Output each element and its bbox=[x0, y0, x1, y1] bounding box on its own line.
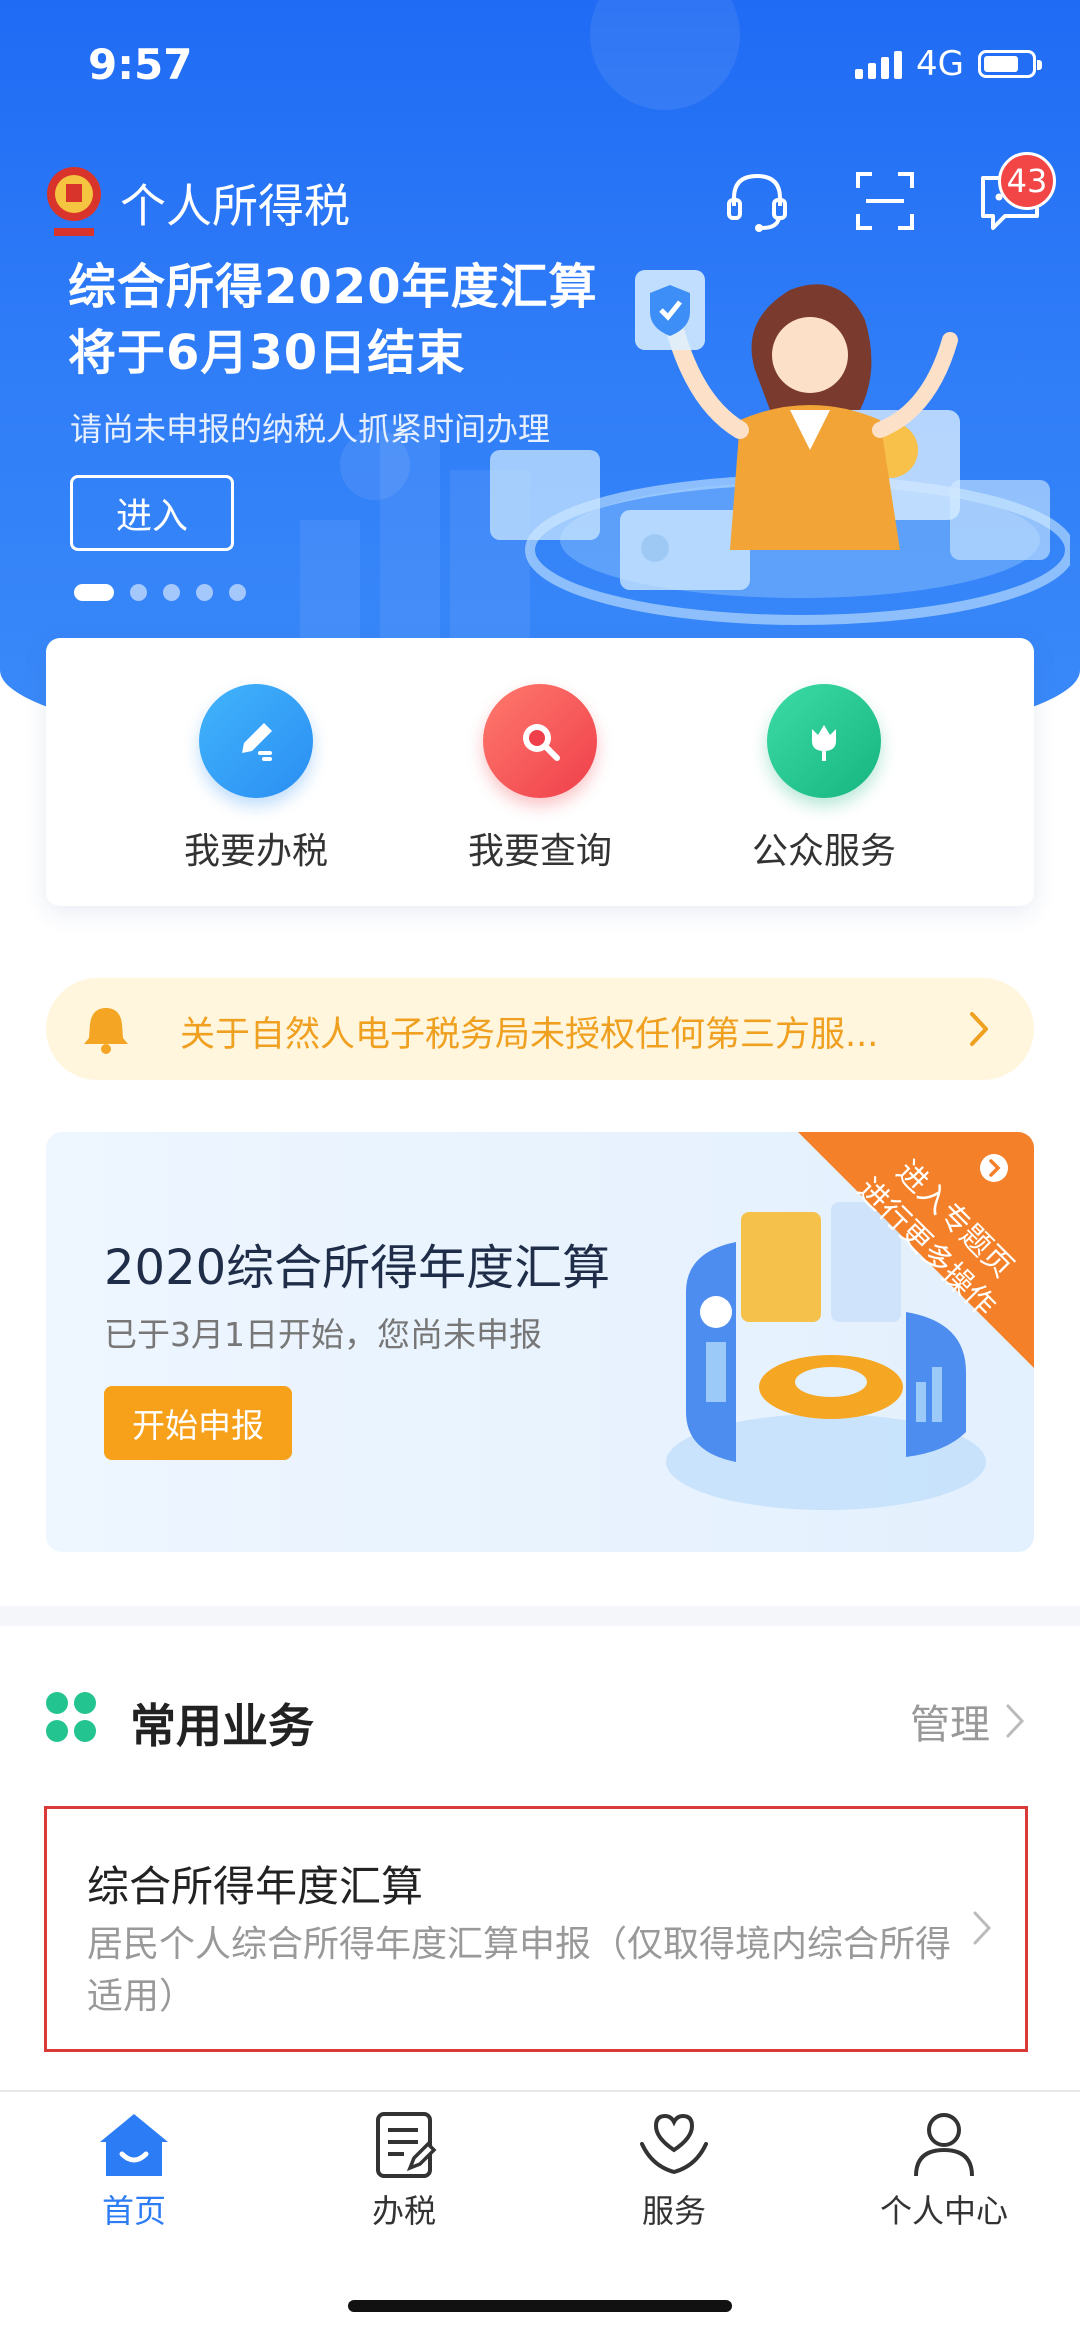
quick-actions-card: 我要办税 我要查询 公众服务 bbox=[46, 638, 1034, 906]
common-business-title: 常用业务 bbox=[130, 1699, 314, 1753]
quick-action-file-tax[interactable]: 我要办税 bbox=[136, 684, 376, 874]
home-indicator bbox=[348, 2300, 732, 2312]
banner-title-line1: 综合所得2020年度汇算 bbox=[68, 259, 598, 315]
carousel-dot[interactable] bbox=[163, 584, 180, 601]
app-title: 个人所得税 bbox=[120, 179, 350, 233]
promo-subtitle: 已于3月1日开始，您尚未申报 bbox=[104, 1315, 542, 1354]
notice-bar[interactable]: 关于自然人电子税务局未授权任何第三方服... bbox=[46, 978, 1034, 1080]
carousel-dot[interactable] bbox=[229, 584, 246, 601]
tab-personal-center[interactable]: 个人中心 bbox=[844, 2110, 1044, 2232]
person-icon bbox=[914, 2113, 974, 2177]
home-icon bbox=[100, 2114, 168, 2176]
decor-bubble bbox=[590, 0, 740, 110]
scan-icon[interactable] bbox=[850, 166, 920, 236]
apps-grid-icon bbox=[46, 1692, 96, 1742]
tab-label: 办税 bbox=[371, 2192, 436, 2230]
banner-title: 综合所得2020年度汇算 将于6月30日结束 bbox=[68, 254, 628, 386]
edit-icon bbox=[199, 684, 313, 798]
quick-action-label: 公众服务 bbox=[751, 831, 896, 872]
document-icon bbox=[376, 2112, 437, 2178]
tab-home[interactable]: 首页 bbox=[34, 2110, 234, 2232]
tab-label: 服务 bbox=[641, 2192, 706, 2230]
message-count-badge: 43 bbox=[998, 152, 1056, 210]
quick-action-label: 我要办税 bbox=[183, 831, 328, 872]
network-type: 4G bbox=[916, 44, 964, 84]
business-item-title: 综合所得年度汇算 bbox=[87, 1862, 424, 1911]
business-item-description: 居民个人综合所得年度汇算申报（仅取得境内综合所得适用） bbox=[87, 1924, 952, 2017]
carousel-dot[interactable] bbox=[130, 584, 147, 601]
manage-label: 管理 bbox=[910, 1702, 990, 1748]
tax-bureau-emblem-icon bbox=[47, 167, 101, 236]
banner-title-line2: 将于6月30日结束 bbox=[68, 325, 466, 381]
magnifier-icon bbox=[483, 684, 597, 798]
promo-title: 2020综合所得年度汇算 bbox=[104, 1240, 611, 1296]
carousel-indicator[interactable] bbox=[74, 584, 246, 601]
status-time: 9:57 bbox=[88, 40, 193, 89]
battery-icon bbox=[978, 50, 1042, 78]
business-item[interactable]: 综合所得年度汇算 居民个人综合所得年度汇算申报（仅取得境内综合所得适用） bbox=[44, 1806, 1028, 2052]
quick-action-label: 我要查询 bbox=[467, 831, 612, 872]
carousel-dot[interactable] bbox=[74, 584, 114, 601]
tab-service[interactable]: 服务 bbox=[574, 2110, 774, 2232]
customer-service-icon[interactable] bbox=[722, 166, 792, 236]
tulip-icon bbox=[767, 684, 881, 798]
topic-page-ribbon[interactable]: 进入专题页 进行更多操作 bbox=[798, 1132, 1034, 1368]
start-filing-button[interactable]: 开始申报 bbox=[104, 1386, 292, 1460]
arrow-circle-icon bbox=[980, 1154, 1008, 1182]
banner-subtitle: 请尚未申报的纳税人抓紧时间办理 bbox=[70, 410, 551, 448]
status-indicators: 4G bbox=[855, 44, 1042, 84]
notice-text: 关于自然人电子税务局未授权任何第三方服... bbox=[180, 1015, 879, 1055]
tab-label: 首页 bbox=[101, 2192, 166, 2230]
chevron-right-icon bbox=[973, 1911, 992, 1945]
section-divider bbox=[0, 1606, 1080, 1626]
heart-hand-icon bbox=[640, 2113, 708, 2175]
quick-action-query[interactable]: 我要查询 bbox=[420, 684, 660, 874]
tab-tax[interactable]: 办税 bbox=[304, 2110, 504, 2232]
bell-icon bbox=[84, 1008, 128, 1054]
carousel-dot[interactable] bbox=[196, 584, 213, 601]
tab-label: 个人中心 bbox=[879, 2192, 1008, 2230]
signal-icon bbox=[855, 49, 903, 79]
chevron-right-icon bbox=[970, 1012, 988, 1046]
chevron-right-icon bbox=[1006, 1704, 1025, 1738]
manage-link[interactable]: 管理 bbox=[910, 1692, 1026, 1750]
annual-settlement-promo-card[interactable]: 2020综合所得年度汇算 已于3月1日开始，您尚未申报 开始申报 进入专题页 进… bbox=[46, 1132, 1034, 1552]
quick-action-public-service[interactable]: 公众服务 bbox=[704, 684, 944, 874]
banner-enter-button[interactable]: 进入 bbox=[70, 475, 234, 551]
